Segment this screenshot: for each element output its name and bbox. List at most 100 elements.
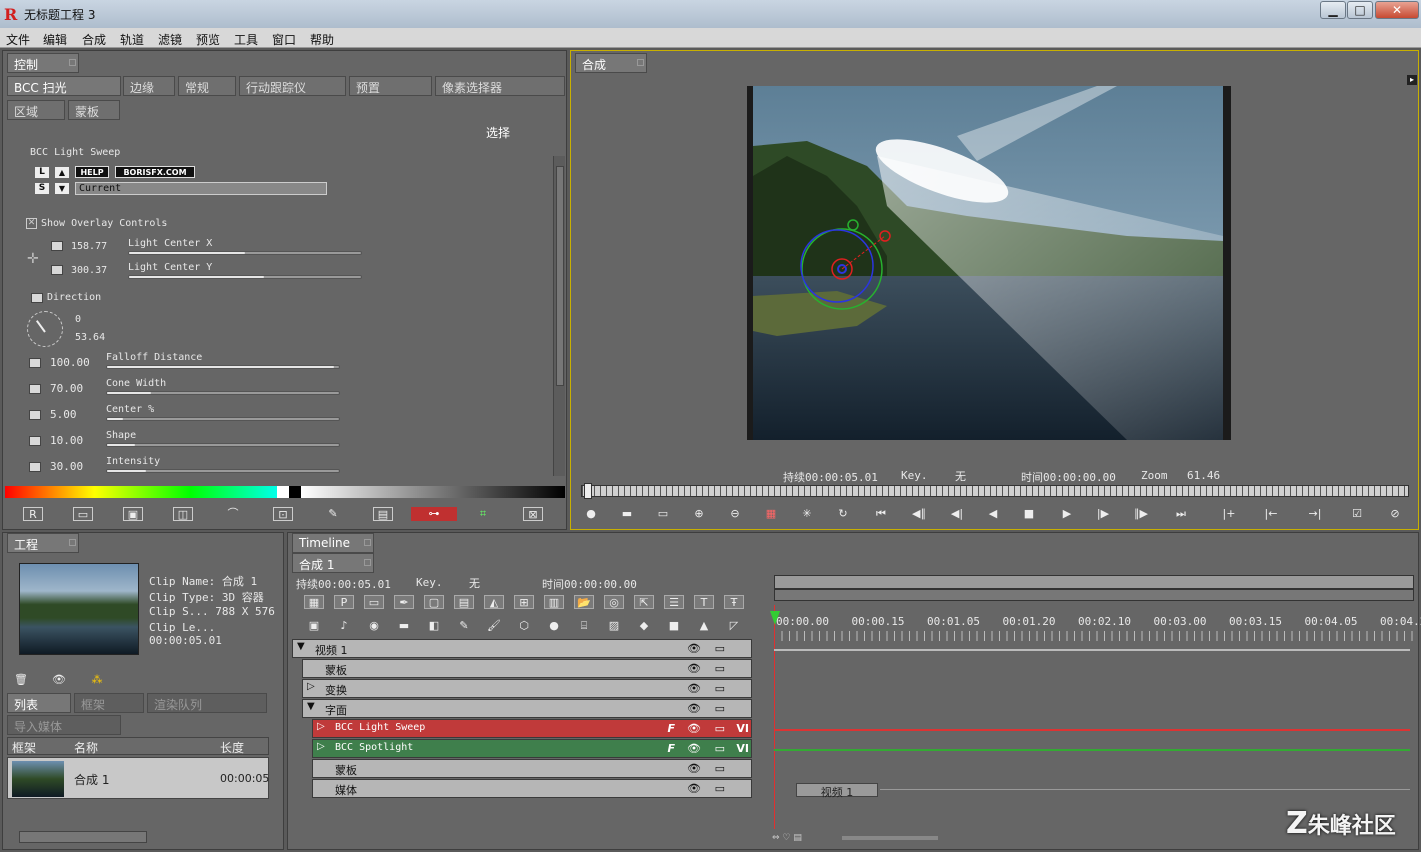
tab-pixel-chooser[interactable]: 像素选择器	[435, 76, 565, 96]
level-icon[interactable]: ▣	[304, 619, 324, 633]
next-key-icon[interactable]: ∥▶	[1131, 507, 1151, 521]
camera-icon[interactable]: ◎	[604, 595, 624, 609]
expand-track-icon[interactable]: ▼	[307, 701, 315, 712]
disable-icon[interactable]: ⊘	[1385, 507, 1405, 521]
param-slider[interactable]	[106, 391, 340, 395]
expand-track-icon[interactable]: ▷	[317, 721, 325, 732]
light-center-y-value[interactable]: 300.37	[71, 265, 107, 276]
monitor-icon[interactable]: ▭	[715, 722, 725, 735]
text-icon[interactable]: Ŧ	[724, 595, 744, 609]
aspect-icon[interactable]: ▭	[653, 507, 673, 521]
tab-bcc-light-sweep[interactable]: BCC 扫光	[7, 76, 121, 96]
minimize-button[interactable]: ▁	[1320, 1, 1346, 19]
tab-menu-icon[interactable]	[364, 539, 371, 546]
keyframe-icon[interactable]	[29, 384, 41, 394]
timeline-scrollbar[interactable]	[842, 836, 938, 840]
zoom-controls-icon[interactable]: ⇔ ♡ ▤	[772, 833, 812, 843]
keyframe-icon[interactable]	[29, 462, 41, 472]
p-icon[interactable]: P	[334, 595, 354, 609]
monitor-icon[interactable]: ▭	[715, 662, 725, 675]
transform-icon[interactable]: ✳	[797, 507, 817, 521]
brush-icon[interactable]: ✎	[454, 619, 474, 633]
menu-tools[interactable]: 工具	[234, 31, 258, 48]
tab-menu-icon[interactable]	[364, 559, 371, 566]
safe-area-icon[interactable]: ▬	[617, 507, 637, 521]
play-icon[interactable]: ▶	[1057, 507, 1077, 521]
edit-icon[interactable]: ✎	[323, 507, 343, 521]
visibility-icon[interactable]: 👁	[687, 722, 701, 735]
type-icon[interactable]: T	[694, 595, 714, 609]
mask-icon[interactable]: ◧	[424, 619, 444, 633]
split-view-icon[interactable]: ◫	[173, 507, 193, 521]
tab-presets[interactable]: 预置	[349, 76, 432, 96]
filter-icon[interactable]: F	[667, 742, 675, 755]
light-center-x-slider[interactable]	[128, 251, 362, 255]
particle-icon[interactable]: ⊞	[514, 595, 534, 609]
preset-up-icon[interactable]: ▲	[55, 167, 69, 178]
paint-icon[interactable]: 🖌	[484, 619, 504, 633]
col-length[interactable]: 长度	[220, 739, 244, 756]
eps-icon[interactable]: ▦	[304, 595, 324, 609]
visibility-icon[interactable]: 👁	[687, 662, 701, 675]
light-icon[interactable]: ▨	[604, 619, 624, 633]
timeline-range-bar[interactable]	[774, 589, 1414, 601]
tab-motion-tracker[interactable]: 行动跟踪仪	[239, 76, 346, 96]
menu-help[interactable]: 帮助	[310, 31, 334, 48]
param-slider[interactable]	[106, 443, 340, 447]
menu-filter[interactable]: 滤镜	[158, 31, 182, 48]
visibility-icon[interactable]: 👁	[687, 642, 701, 655]
import-icon[interactable]: ⇱	[634, 595, 654, 609]
param-value[interactable]: 70.00	[50, 382, 83, 395]
param-value[interactable]: 100.00	[50, 356, 90, 369]
zoom-out-icon[interactable]: ⊖	[725, 507, 745, 521]
keyframe-icon[interactable]	[31, 293, 43, 303]
shape-icon[interactable]: ◸	[724, 619, 744, 633]
video-frame[interactable]	[747, 86, 1231, 440]
list-item[interactable]: 合成 1 00:00:05	[7, 757, 269, 799]
direction-dial[interactable]	[27, 311, 63, 347]
image-icon[interactable]: ▬	[394, 619, 414, 633]
track-row[interactable]: ▼ 视频 1 👁 ▭	[292, 639, 752, 658]
keyframe-icon[interactable]	[29, 436, 41, 446]
track-row[interactable]: 蒙板 👁 ▭	[302, 659, 752, 678]
direction-deg[interactable]: 53.64	[75, 332, 105, 343]
menu-edit[interactable]: 编辑	[43, 31, 67, 48]
audio-icon[interactable]: ♪	[334, 619, 354, 633]
expand-track-icon[interactable]: ▷	[307, 681, 315, 692]
visibility-icon[interactable]: 👁	[687, 782, 701, 795]
visibility-icon[interactable]: 👁	[687, 682, 701, 695]
col-frame[interactable]: 框架	[12, 739, 36, 756]
set-in-icon[interactable]: |←	[1261, 507, 1281, 521]
light-center-y-slider[interactable]	[128, 275, 362, 279]
track-row[interactable]: ▷ BCC Light Sweep 👁 ▭ F VI	[312, 719, 752, 738]
timeline-ruler[interactable]	[774, 631, 1414, 641]
folder-icon[interactable]: 📂	[574, 595, 594, 609]
visibility-icon[interactable]: 👁	[687, 702, 701, 715]
preset-field[interactable]: Current	[75, 182, 327, 195]
preview-icon[interactable]: ▣	[123, 507, 143, 521]
control-scrollbar[interactable]	[553, 156, 565, 476]
view-icon[interactable]: ▭	[73, 507, 93, 521]
expand-track-icon[interactable]: ▷	[317, 741, 325, 752]
track-row[interactable]: 媒体 👁 ▭	[312, 779, 752, 798]
key-icon[interactable]: ⊶	[411, 507, 457, 521]
tab-region[interactable]: 区域	[7, 100, 65, 120]
monitor-icon[interactable]: ▭	[715, 742, 725, 755]
param-value[interactable]: 10.00	[50, 434, 83, 447]
tab-menu-icon[interactable]	[69, 539, 76, 546]
cylinder-icon[interactable]: ⌸	[574, 619, 594, 633]
diamond-icon[interactable]: ◆	[634, 619, 654, 633]
box-icon[interactable]: ▢	[424, 595, 444, 609]
go-start-icon[interactable]: ⏮	[871, 507, 891, 521]
tab-render-queue[interactable]: 渲染队列	[147, 693, 267, 713]
maximize-button[interactable]: □	[1347, 1, 1373, 19]
tab-edge[interactable]: 边缘	[123, 76, 175, 96]
direction-rev[interactable]: 0	[75, 314, 81, 325]
visibility-icon[interactable]: 👁	[687, 762, 701, 775]
param-slider[interactable]	[106, 417, 340, 421]
menu-file[interactable]: 文件	[6, 31, 30, 48]
tab-general[interactable]: 常规	[178, 76, 236, 96]
preset-down-icon[interactable]: ▼	[55, 183, 69, 194]
monitor-icon[interactable]: ▭	[715, 702, 725, 715]
tab-frames[interactable]: 框架	[74, 693, 144, 713]
